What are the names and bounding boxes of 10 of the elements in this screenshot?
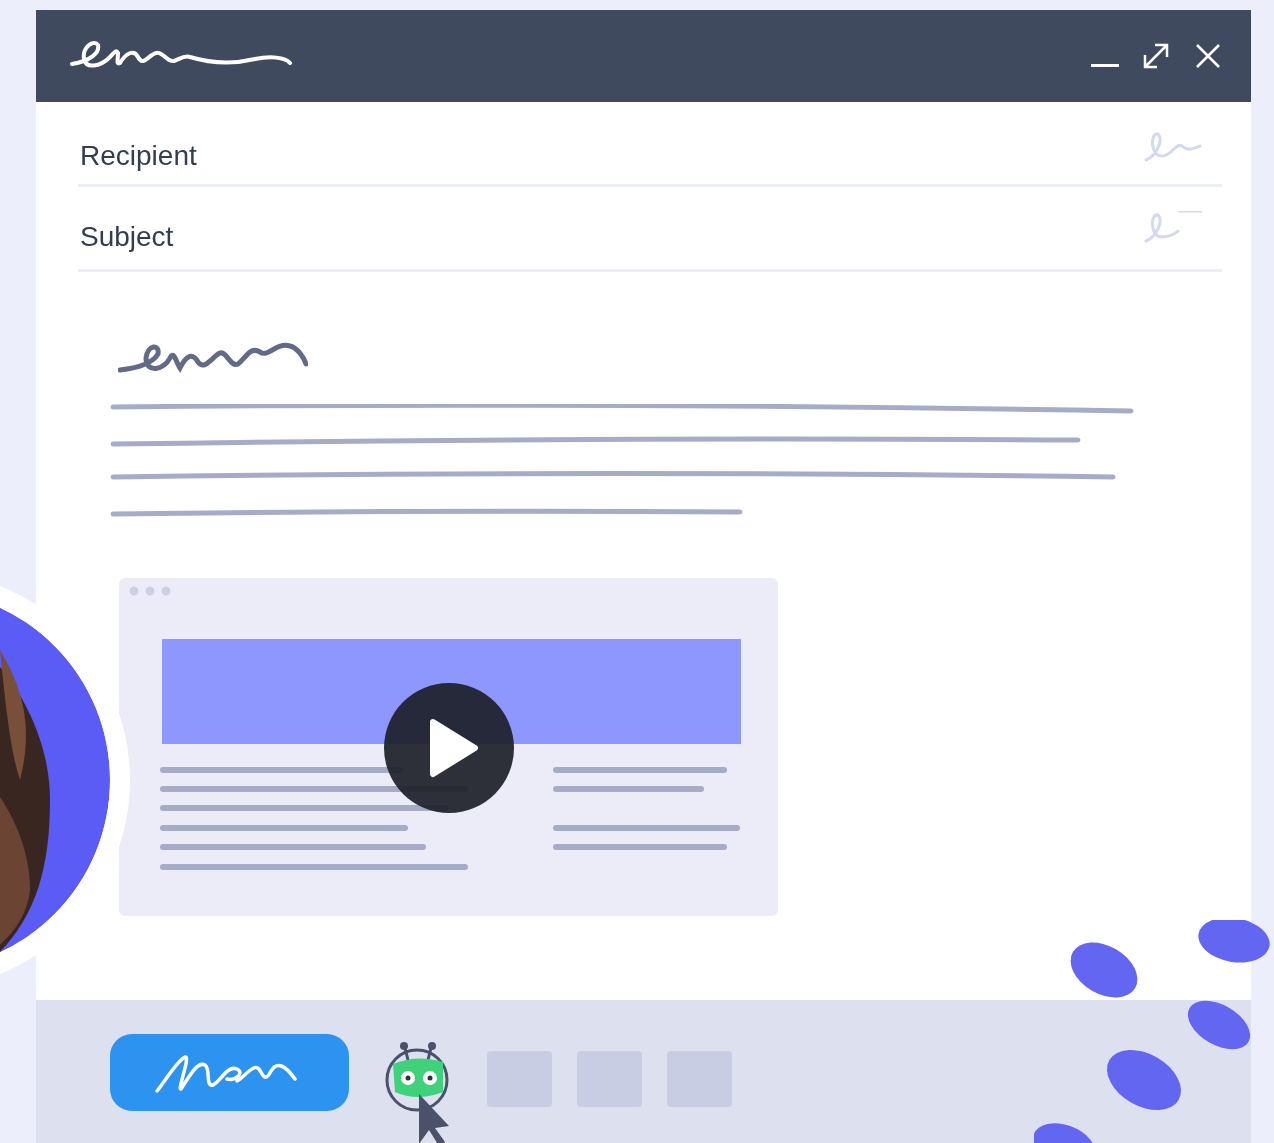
minimize-icon <box>1091 63 1119 67</box>
scribble-icon <box>1142 130 1202 164</box>
scribble-icon <box>1142 211 1202 245</box>
signature-button[interactable] <box>110 1034 349 1111</box>
play-icon <box>429 718 479 778</box>
maximize-button[interactable] <box>1141 41 1171 71</box>
diagonal-arrow-icon <box>1141 41 1171 71</box>
input-field[interactable]: Subject <box>78 203 1142 253</box>
window-dots-icon <box>129 586 173 596</box>
input-field[interactable]: Recipient <box>78 122 1142 172</box>
